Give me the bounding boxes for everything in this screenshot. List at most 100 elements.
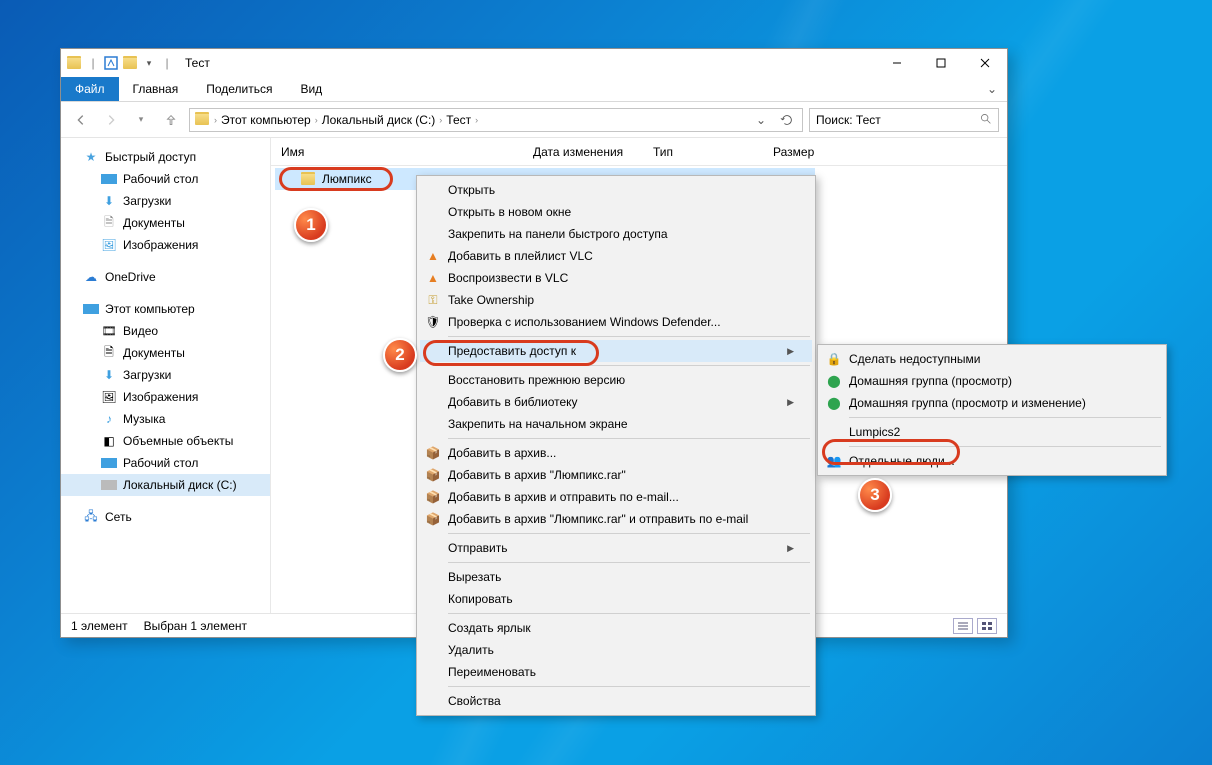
chevron-right-icon[interactable]: › — [315, 115, 318, 125]
star-icon: ★ — [83, 149, 99, 165]
cloud-icon: ☁ — [83, 269, 99, 285]
nav-history-dropdown[interactable]: ▾ — [129, 108, 153, 132]
tab-home[interactable]: Главная — [119, 77, 193, 101]
callout-badge-2: 2 — [383, 338, 417, 372]
tab-share[interactable]: Поделиться — [192, 77, 286, 101]
maximize-button[interactable] — [919, 49, 963, 77]
sidebar-item-localdisk[interactable]: Локальный диск (C:) — [61, 474, 270, 496]
network-icon: 🖧 — [83, 509, 99, 525]
folder-selection-highlight: Люмпикс — [279, 167, 393, 191]
nav-back-button[interactable] — [69, 108, 93, 132]
folder-app-icon — [65, 54, 83, 72]
disk-icon — [101, 480, 117, 490]
sidebar-item-downloads2[interactable]: ⬇Загрузки — [61, 364, 270, 386]
sidebar-item-documents2[interactable]: 🗎Документы — [61, 342, 270, 364]
ctx-vlc-add[interactable]: ▲Добавить в плейлист VLC — [420, 245, 812, 267]
sidebar: ★Быстрый доступ Рабочий стол ⬇Загрузки 🗎… — [61, 138, 271, 613]
people-icon: 👥 — [825, 452, 843, 470]
sidebar-item-video[interactable]: 🎞Видео — [61, 320, 270, 342]
ctx-restore-previous[interactable]: Восстановить прежнюю версию — [420, 369, 812, 391]
video-icon: 🎞 — [101, 323, 117, 339]
chevron-right-icon[interactable]: › — [439, 115, 442, 125]
ribbon-expand-icon[interactable]: ⌄ — [977, 77, 1007, 101]
callout-badge-3: 3 — [858, 478, 892, 512]
ctx-copy[interactable]: Копировать — [420, 588, 812, 610]
cube-icon: ◧ — [101, 433, 117, 449]
sidebar-item-3d-objects[interactable]: ◧Объемные объекты — [61, 430, 270, 452]
status-selected: Выбран 1 элемент — [144, 619, 247, 633]
nav-forward-button[interactable] — [99, 108, 123, 132]
sidebar-item-pictures2[interactable]: 🖼Изображения — [61, 386, 270, 408]
sub-lumpics2[interactable]: Lumpics2 — [821, 421, 1163, 443]
ctx-create-shortcut[interactable]: Создать ярлык — [420, 617, 812, 639]
breadcrumb[interactable]: Тест — [446, 113, 471, 127]
sub-homegroup-edit[interactable]: ⬤Домашняя группа (просмотр и изменение) — [821, 392, 1163, 414]
ctx-pin-quick-access[interactable]: Закрепить на панели быстрого доступа — [420, 223, 812, 245]
sub-remove-access[interactable]: 🔒Сделать недоступными — [821, 348, 1163, 370]
winrar-icon: 📦 — [424, 510, 442, 528]
downloads-icon: ⬇ — [101, 367, 117, 383]
ctx-rar-add-archive[interactable]: 📦Добавить в архив... — [420, 442, 812, 464]
sidebar-item-documents[interactable]: 🗎Документы — [61, 212, 270, 234]
sidebar-this-pc[interactable]: Этот компьютер — [61, 298, 270, 320]
ctx-take-ownership[interactable]: ⚿Take Ownership — [420, 289, 812, 311]
tab-file[interactable]: Файл — [61, 77, 119, 101]
minimize-button[interactable] — [875, 49, 919, 77]
address-bar[interactable]: › Этот компьютер › Локальный диск (C:) ›… — [189, 108, 803, 132]
qat-newfolder-icon[interactable] — [121, 54, 139, 72]
nav-up-button[interactable] — [159, 108, 183, 132]
sidebar-quick-access[interactable]: ★Быстрый доступ — [61, 146, 270, 168]
ctx-rar-email[interactable]: 📦Добавить в архив и отправить по e-mail.… — [420, 486, 812, 508]
search-input[interactable]: Поиск: Тест — [809, 108, 999, 132]
column-headers: Имя Дата изменения Тип Размер — [271, 138, 1007, 166]
col-date[interactable]: Дата изменения — [523, 145, 643, 159]
winrar-icon: 📦 — [424, 444, 442, 462]
chevron-right-icon: ▶ — [787, 346, 794, 357]
sidebar-onedrive[interactable]: ☁OneDrive — [61, 266, 270, 288]
chevron-right-icon[interactable]: › — [214, 115, 217, 125]
col-name[interactable]: Имя — [271, 145, 523, 159]
ctx-defender-scan[interactable]: 🛡Проверка с использованием Windows Defen… — [420, 311, 812, 333]
sidebar-item-music[interactable]: ♪Музыка — [61, 408, 270, 430]
view-icons-button[interactable] — [977, 618, 997, 634]
sidebar-item-downloads[interactable]: ⬇Загрузки — [61, 190, 270, 212]
sidebar-item-pictures[interactable]: 🖼Изображения — [61, 234, 270, 256]
folder-name: Люмпикс — [322, 172, 372, 186]
ctx-give-access-to[interactable]: Предоставить доступ к▶ — [420, 340, 812, 362]
breadcrumb[interactable]: Локальный диск (C:) — [322, 113, 436, 127]
ctx-open[interactable]: Открыть — [420, 179, 812, 201]
ctx-rename[interactable]: Переименовать — [420, 661, 812, 683]
col-size[interactable]: Размер — [763, 145, 843, 159]
lock-icon: 🔒 — [825, 350, 843, 368]
col-type[interactable]: Тип — [643, 145, 763, 159]
refresh-icon[interactable] — [776, 109, 798, 131]
ctx-rar-add-named[interactable]: 📦Добавить в архив "Люмпикс.rar" — [420, 464, 812, 486]
sidebar-item-desktop2[interactable]: Рабочий стол — [61, 452, 270, 474]
sub-homegroup-view[interactable]: ⬤Домашняя группа (просмотр) — [821, 370, 1163, 392]
ctx-delete[interactable]: Удалить — [420, 639, 812, 661]
ctx-send-to[interactable]: Отправить▶ — [420, 537, 812, 559]
sidebar-item-desktop[interactable]: Рабочий стол — [61, 168, 270, 190]
ctx-open-new-window[interactable]: Открыть в новом окне — [420, 201, 812, 223]
qat-properties-icon[interactable] — [103, 54, 119, 72]
view-details-button[interactable] — [953, 618, 973, 634]
key-icon: ⚿ — [424, 291, 442, 309]
qat-sep: | — [85, 54, 101, 72]
qat-dropdown-icon[interactable]: ▾ — [141, 54, 157, 72]
tab-view[interactable]: Вид — [286, 77, 336, 101]
ctx-properties[interactable]: Свойства — [420, 690, 812, 712]
shield-icon: 🛡 — [424, 313, 442, 331]
sidebar-network[interactable]: 🖧Сеть — [61, 506, 270, 528]
sub-specific-people[interactable]: 👥Отдельные люди... — [821, 450, 1163, 472]
breadcrumb[interactable]: Этот компьютер — [221, 113, 311, 127]
ctx-cut[interactable]: Вырезать — [420, 566, 812, 588]
chevron-right-icon[interactable]: › — [475, 115, 478, 125]
address-dropdown-icon[interactable]: ⌄ — [750, 109, 772, 131]
chevron-right-icon: ▶ — [787, 543, 794, 554]
ctx-vlc-play[interactable]: ▲Воспроизвести в VLC — [420, 267, 812, 289]
ctx-add-to-library[interactable]: Добавить в библиотеку▶ — [420, 391, 812, 413]
ctx-rar-named-email[interactable]: 📦Добавить в архив "Люмпикс.rar" и отправ… — [420, 508, 812, 530]
ctx-pin-to-start[interactable]: Закрепить на начальном экране — [420, 413, 812, 435]
close-button[interactable] — [963, 49, 1007, 77]
pictures-icon: 🖼 — [101, 389, 117, 405]
